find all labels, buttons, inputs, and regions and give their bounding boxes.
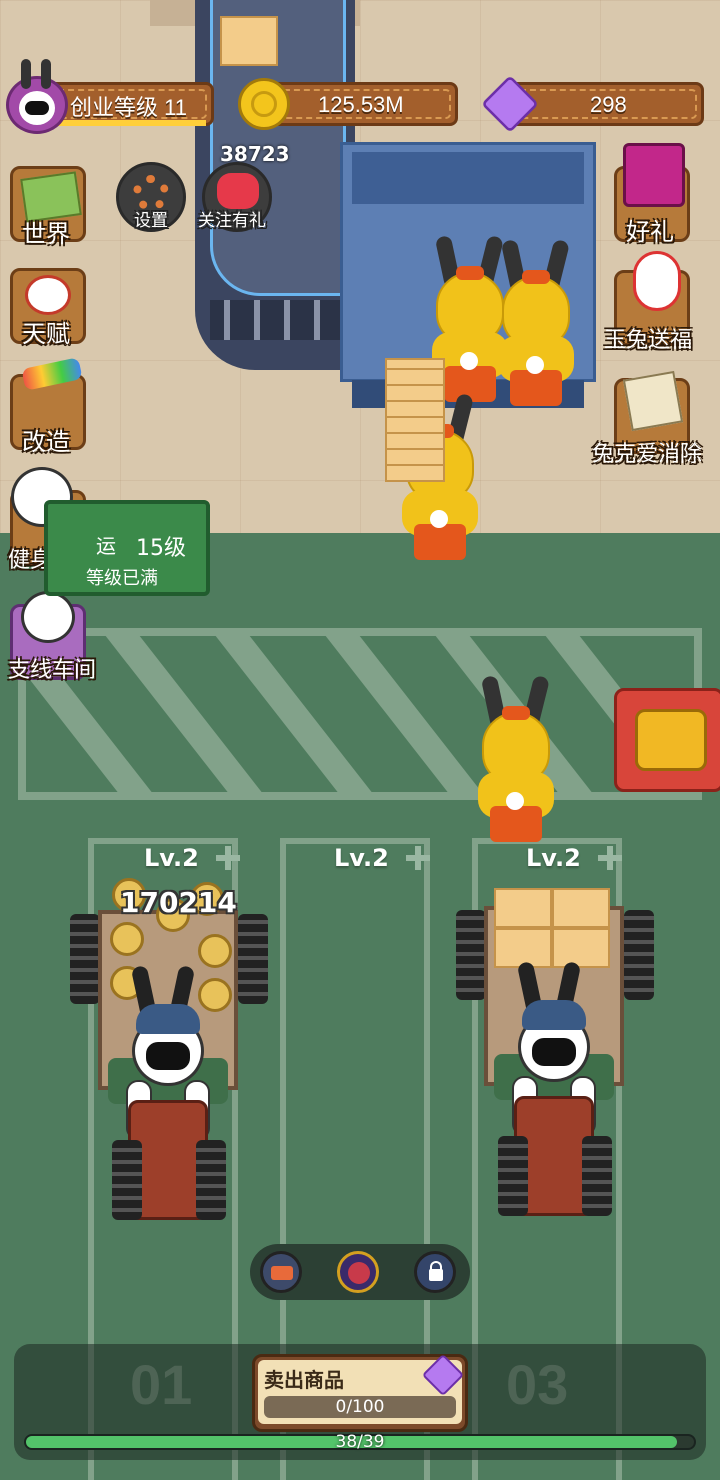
- upgrade-plus-icon[interactable]: [406, 846, 430, 870]
- chest-icon: [635, 709, 707, 771]
- truck-3[interactable]: [456, 866, 654, 1226]
- settings-label: 设置: [134, 211, 168, 231]
- coin-icon: [238, 78, 290, 130]
- jade-rabbit-icon: [633, 251, 681, 311]
- jade-rabbit-label: 玉兔送福: [604, 328, 693, 353]
- truck-1-level: Lv.2: [144, 844, 199, 872]
- crate-stack: [385, 358, 445, 482]
- conveyor-rollers: [210, 300, 340, 340]
- remodel-label: 改造: [22, 428, 70, 456]
- machine-window: [352, 152, 584, 204]
- truck-3-level: Lv.2: [526, 844, 581, 872]
- upgrade-plus-icon[interactable]: [216, 846, 240, 870]
- worker-bunny: [496, 238, 576, 410]
- station-level: 15级: [136, 536, 186, 561]
- hatched-zone: [18, 628, 702, 800]
- sell-progress-text: 0/100: [335, 1397, 385, 1417]
- cards-icon: [622, 370, 684, 432]
- talent-label: 天赋: [22, 320, 70, 348]
- character-icon: [25, 275, 71, 315]
- lock-icon[interactable]: [414, 1251, 456, 1293]
- truck-1-cargo-value: 170214: [120, 886, 237, 919]
- ticket-icon[interactable]: [260, 1251, 302, 1293]
- sell-title: 卖出商品: [264, 1368, 344, 1392]
- truck-1[interactable]: [70, 870, 268, 1230]
- coin-amount: 125.53M: [318, 92, 404, 117]
- player-avatar[interactable]: [6, 59, 68, 134]
- startup-level-label: 创业等级 11: [70, 95, 187, 120]
- follow-gift-label: 关注有礼: [198, 211, 266, 231]
- heart-gift-icon: [217, 173, 259, 209]
- upgrade-plus-icon[interactable]: [598, 846, 622, 870]
- berry-icon[interactable]: [337, 1251, 379, 1293]
- station-status: 等级已满: [86, 568, 158, 589]
- treasure-chest-button[interactable]: [614, 688, 720, 792]
- truck-2-level: Lv.2: [334, 844, 389, 872]
- bay-label-3: 03: [506, 1353, 569, 1416]
- world-label: 世界: [22, 220, 70, 248]
- gift-label: 好礼: [626, 218, 674, 246]
- worker-bunny-walking: [476, 674, 556, 846]
- capacity-text: 38/39: [335, 1432, 385, 1452]
- crate: [220, 16, 278, 66]
- rabbit-match-label: 兔克爱消除: [592, 442, 703, 467]
- branch-workshop-label: 支线车间: [8, 658, 97, 683]
- gift-box-icon: [623, 143, 685, 207]
- bunny-worker-icon: [21, 591, 75, 643]
- station-name: 运: [96, 534, 116, 558]
- gem-amount: 298: [590, 92, 627, 117]
- bay-label-1: 01: [130, 1353, 193, 1416]
